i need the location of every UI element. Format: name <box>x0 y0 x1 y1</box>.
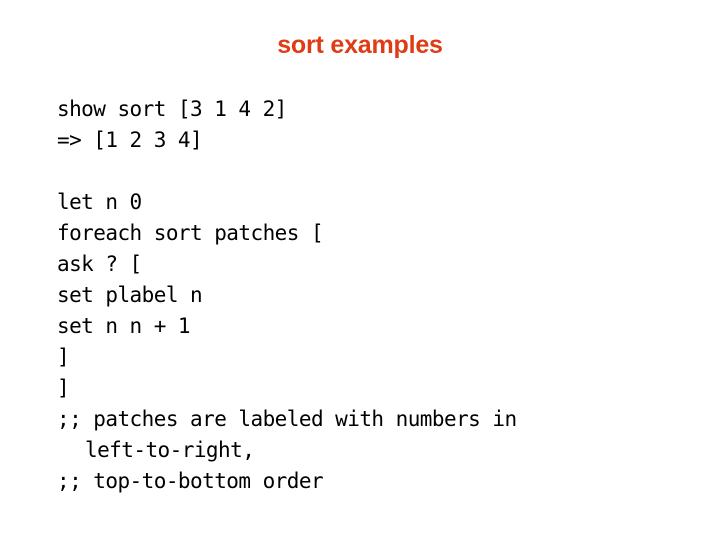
code-line: ask ? [ <box>57 252 142 276</box>
code-line: ;; patches are labeled with numbers in <box>57 407 517 431</box>
code-line: => [1 2 3 4] <box>57 128 203 152</box>
code-line: ] <box>57 376 70 400</box>
code-block: show sort [3 1 4 2] => [1 2 3 4] let n 0 fo… <box>57 94 697 497</box>
page-title: sort examples <box>277 31 443 59</box>
code-line: left-to-right, <box>85 438 255 462</box>
code-line: set plabel n <box>57 283 203 307</box>
code-line: ;; top-to-bottom order <box>57 469 324 493</box>
presentation-slide: sort examples show sort [3 1 4 2] => [1 2… <box>0 0 720 540</box>
code-line: let n 0 <box>57 190 142 214</box>
code-line: ] <box>57 345 70 369</box>
code-line: show sort [3 1 4 2] <box>57 97 287 121</box>
code-line: foreach sort patches [ <box>57 221 324 245</box>
code-line: set n n + 1 <box>57 314 191 338</box>
